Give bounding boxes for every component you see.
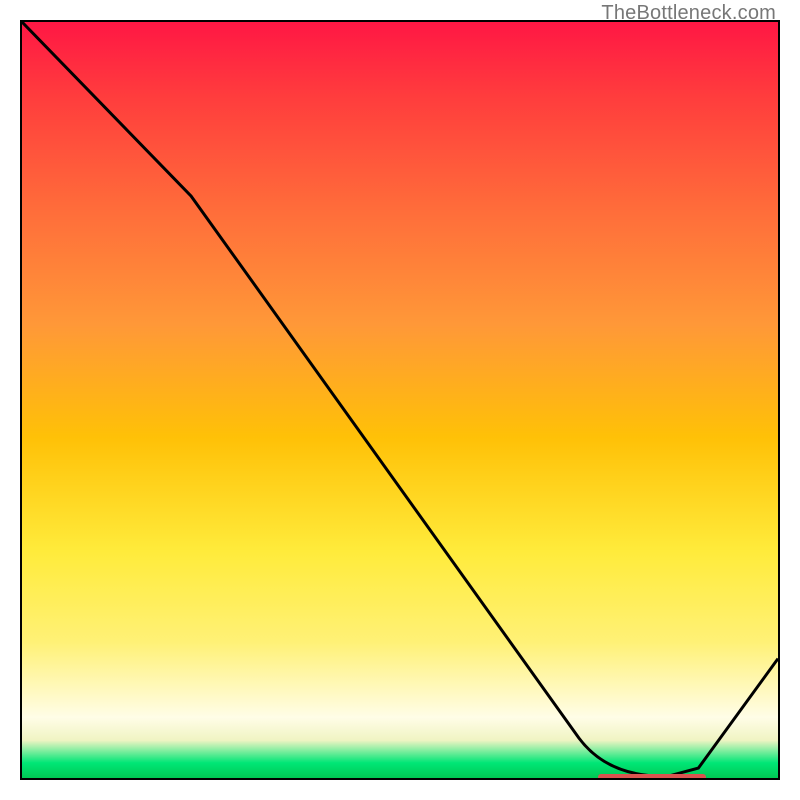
- plot-area: [20, 20, 780, 780]
- curve-path: [22, 22, 778, 776]
- line-chart-svg: [22, 22, 778, 778]
- chart-container: TheBottleneck.com: [0, 0, 800, 800]
- optimal-marker: [598, 774, 706, 780]
